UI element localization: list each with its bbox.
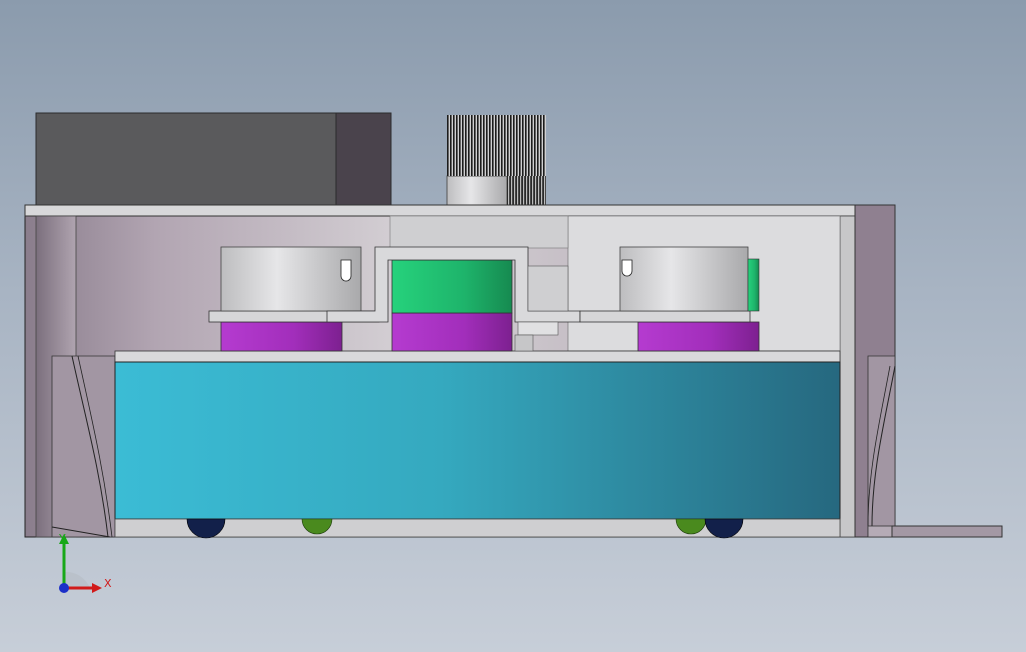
- knurled-gear[interactable]: [446, 115, 546, 206]
- coordinate-triad: Y X: [58, 532, 112, 593]
- top-cover-block[interactable]: [35, 112, 392, 206]
- model-view[interactable]: [0, 0, 1026, 652]
- cyan-base[interactable]: [114, 350, 841, 538]
- right-bracket[interactable]: [867, 355, 1003, 538]
- left-bracket[interactable]: [51, 355, 116, 538]
- z-axis-icon: [59, 583, 69, 593]
- y-axis-label: Y: [58, 532, 66, 545]
- x-axis-label: X: [104, 577, 112, 590]
- cad-viewport[interactable]: Y X: [0, 0, 1026, 652]
